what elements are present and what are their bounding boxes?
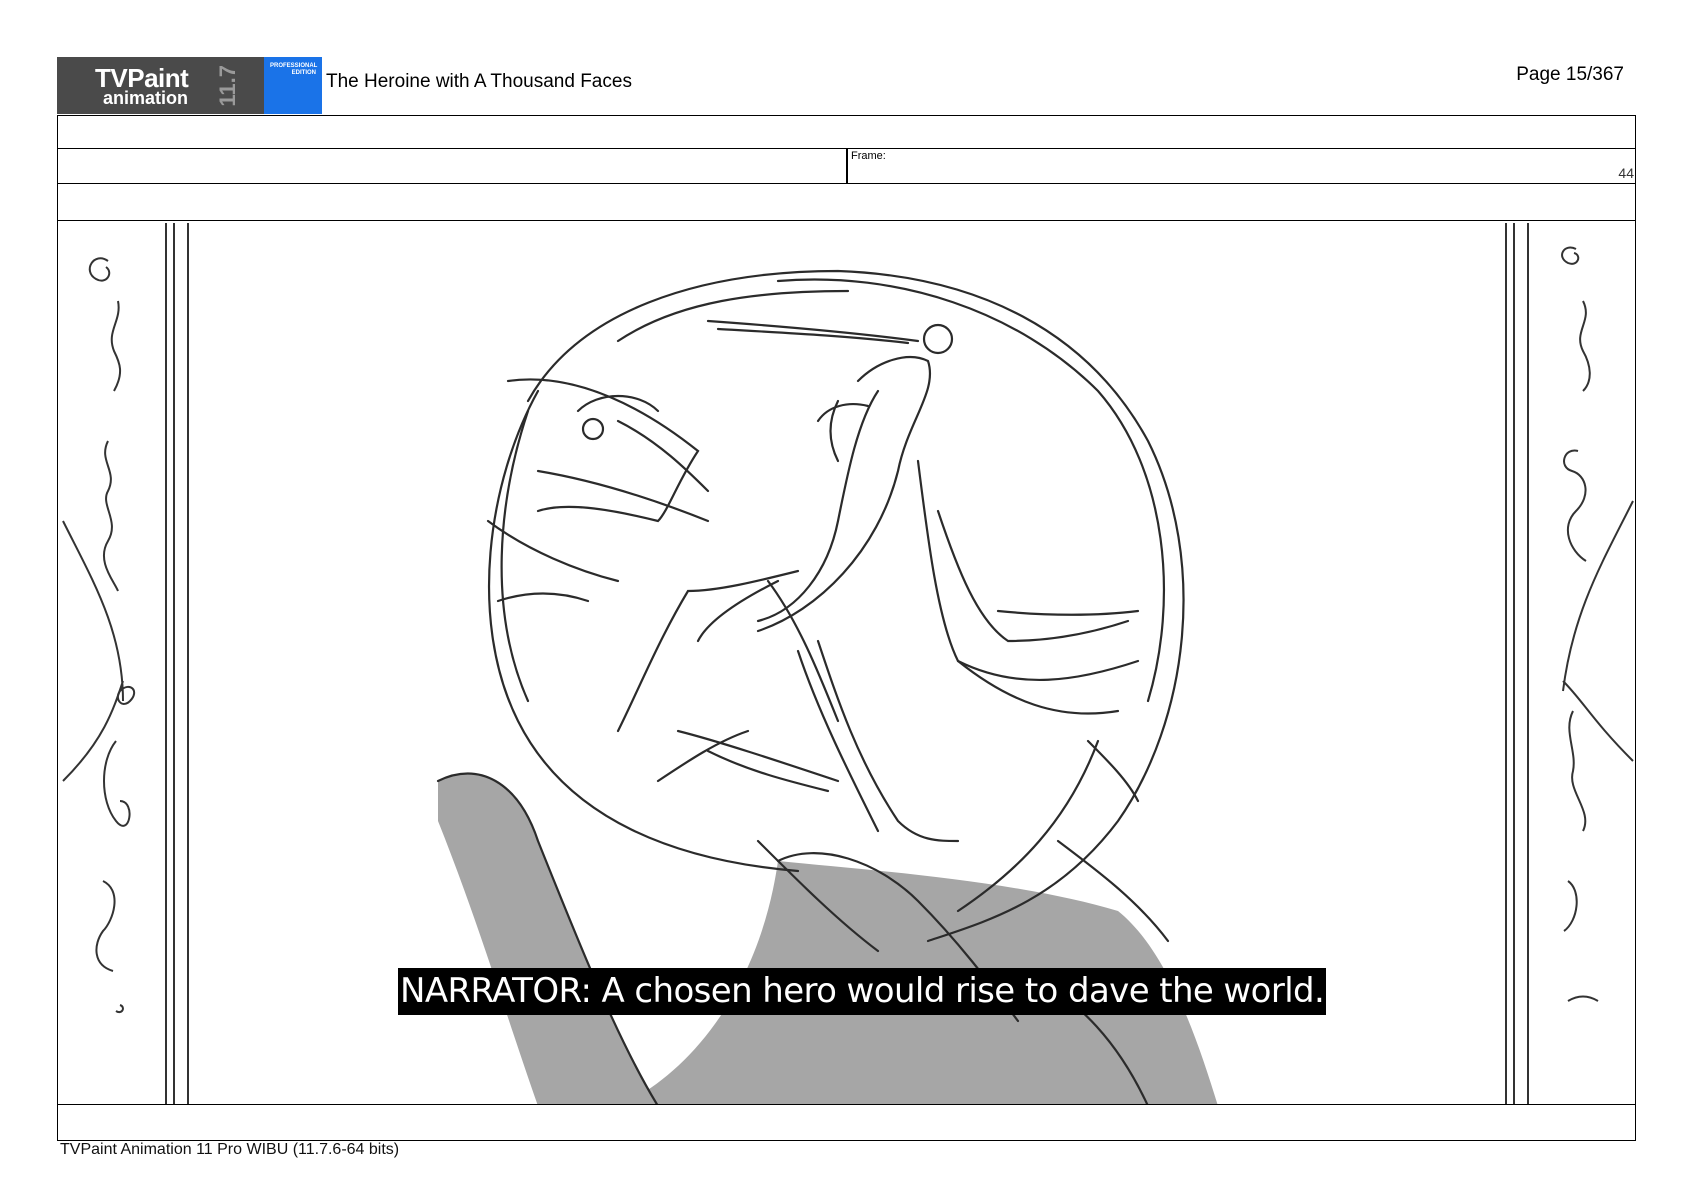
logo-wordmark: TVPaint animation 11.7 [57,57,264,114]
logo-version: 11.7 [215,65,240,107]
logo-edition: PROFESSIONAL EDITION [270,63,318,76]
tvpaint-logo: TVPaint animation 11.7 PROFESSIONAL EDIT… [57,57,322,114]
document-title: The Heroine with A Thousand Faces [326,71,632,92]
logo-edition-badge: PROFESSIONAL EDITION [264,57,322,114]
notes-row [57,183,1636,221]
page-number: Page 15/367 [1516,64,1624,85]
frame-divider [846,148,848,184]
footer-version: TVPaint Animation 11 Pro WIBU (11.7.6-64… [60,1141,400,1158]
dialogue-caption: NARRATOR: A chosen hero would rise to da… [398,968,1327,1015]
frame-label: Frame: [851,150,886,162]
logo-sub: animation [103,88,189,108]
header-row [57,115,1636,149]
action-row [57,1104,1636,1141]
frame-number: 44 [1618,165,1634,181]
storyboard-panel: NARRATOR: A chosen hero would rise to da… [57,220,1636,1105]
hand-tone [438,773,657,1104]
